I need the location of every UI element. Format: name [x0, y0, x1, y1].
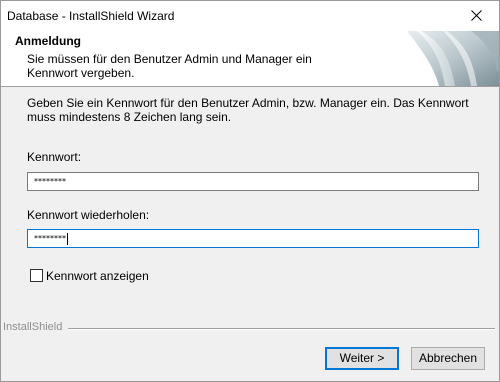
- show-password-checkbox[interactable]: [30, 269, 43, 282]
- next-button[interactable]: Weiter >: [325, 347, 399, 370]
- separator-line: [61, 328, 495, 330]
- wizard-header: Anmeldung Sie müssen für den Benutzer Ad…: [1, 31, 499, 87]
- instructions-text: Geben Sie ein Kennwort für den Benutzer …: [27, 96, 469, 124]
- page-description: Sie müssen für den Benutzer Admin und Ma…: [27, 52, 312, 80]
- window-title: Database - InstallShield Wizard: [7, 9, 175, 23]
- password-field-value: ********: [34, 177, 66, 186]
- password-field[interactable]: ********: [27, 172, 479, 191]
- close-button[interactable]: [455, 1, 499, 31]
- confirm-password-label: Kennwort wiederholen:: [27, 208, 150, 222]
- text-caret: [67, 232, 68, 245]
- close-icon: [471, 10, 482, 21]
- show-password-label[interactable]: Kennwort anzeigen: [46, 269, 149, 283]
- installshield-brand-label: InstallShield: [3, 321, 69, 333]
- page-title: Anmeldung: [15, 34, 81, 48]
- installshield-banner-art: [407, 31, 499, 86]
- cancel-button[interactable]: Abbrechen: [411, 347, 485, 370]
- password-label: Kennwort:: [27, 150, 82, 164]
- installshield-separator: InstallShield: [1, 321, 499, 335]
- installer-window: Database - InstallShield Wizard Anmeldun…: [0, 0, 500, 382]
- confirm-password-field-value: ********: [34, 234, 66, 243]
- confirm-password-field[interactable]: ********: [27, 229, 479, 248]
- title-bar[interactable]: Database - InstallShield Wizard: [1, 1, 499, 31]
